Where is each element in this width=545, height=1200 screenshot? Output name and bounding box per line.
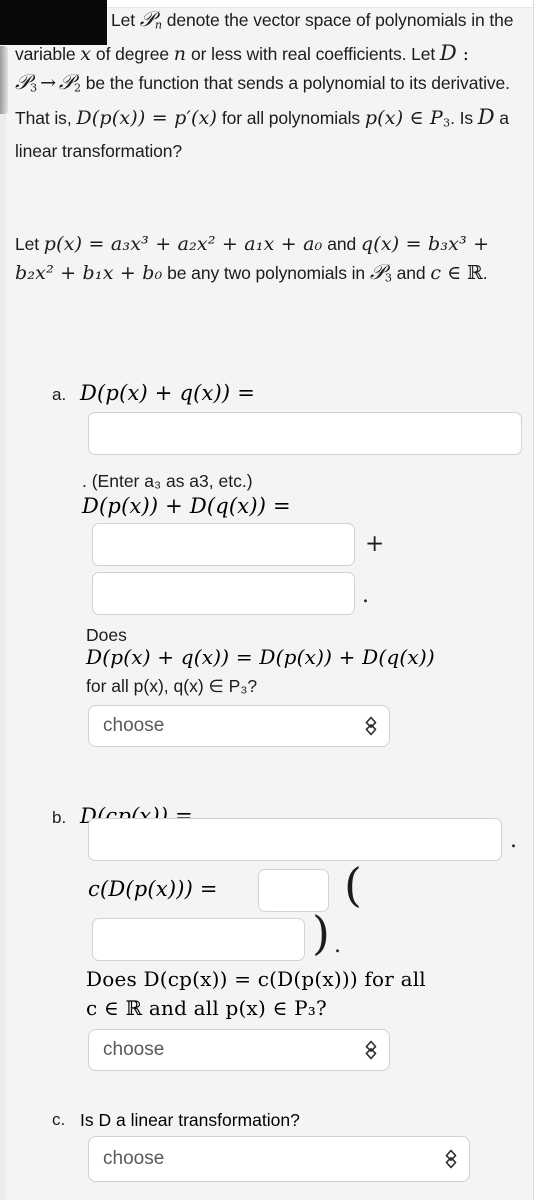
script-p-symbol: 𝒫	[139, 7, 155, 31]
part-b-answer-field-1[interactable]	[88, 818, 502, 861]
intro-fragment-1: Let	[111, 10, 140, 30]
intro-fragment-4: or less with real coefficients. Let	[186, 44, 440, 65]
part-b-choose-select[interactable]: choose	[88, 1029, 390, 1071]
setup-fragment-1: Let	[15, 234, 44, 254]
part-c-select-value: choose	[103, 1148, 165, 1169]
setup-fragment-4: and	[391, 263, 431, 283]
part-a-question-tail: for all p(x), q(x) ∈ P₃?	[86, 676, 258, 696]
intro-fragment-6: for all polynomials	[217, 107, 365, 128]
redaction-block	[0, 0, 107, 45]
variable-n: n	[173, 43, 187, 66]
part-b-question-line-1: Does D(cp(x)) = c(D(p(x))) for all	[86, 967, 426, 991]
setup-fragment-5: .	[482, 263, 488, 283]
p-subscript-n: n	[154, 18, 162, 32]
part-a-select-value: choose	[103, 715, 165, 736]
scalar-c: c	[430, 262, 442, 284]
intro-fragment-3: of degree	[91, 44, 174, 65]
part-a-period-operator: .	[362, 583, 369, 608]
part-a-choose-select[interactable]: choose	[88, 705, 390, 747]
chevron-up-down-icon	[365, 716, 377, 736]
part-b-answer-field-3[interactable]	[92, 918, 305, 961]
part-a-answer-field-1[interactable]	[88, 412, 522, 455]
part-b-period-operator-2: .	[334, 933, 341, 958]
script-p3-domain: 𝒫	[15, 70, 31, 95]
variable-x: x	[80, 43, 92, 66]
part-b-close-paren: )	[312, 906, 330, 960]
part-b-question-line-2: c ∈ ℝ and all p(x) ∈ P₃?	[86, 996, 327, 1020]
right-gutter	[534, 0, 545, 1200]
part-b-label: b.	[52, 808, 67, 827]
intro-fragment-7: . Is	[450, 107, 478, 128]
real-numbers-symbol: ℝ	[467, 262, 483, 284]
scrollbar-thumb[interactable]	[0, 46, 8, 114]
p3-subscript-setup: 3	[384, 271, 392, 285]
left-edge-gutter	[0, 114, 6, 1200]
part-a-label: a.	[52, 385, 67, 404]
colon-separator: :	[456, 43, 469, 66]
part-c-choose-select[interactable]: choose	[88, 1136, 470, 1182]
part-a-heading: D(p(x) + q(x)) =	[80, 381, 255, 405]
part-a-answer-field-3[interactable]	[92, 572, 355, 615]
operator-D-2: D	[477, 104, 495, 129]
equation-membership: p(x) ∈ P	[364, 106, 444, 129]
p2-subscript: 2	[73, 81, 81, 95]
part-b-open-paren: (	[344, 858, 362, 912]
part-b-subheading: c(D(p(x))) =	[88, 877, 218, 901]
chevron-up-down-icon	[445, 1149, 457, 1169]
part-c-label: c.	[52, 1110, 66, 1129]
part-b-select-value: choose	[103, 1039, 165, 1060]
setup-fragment-2: and	[322, 234, 361, 254]
part-a-plus-operator: +	[365, 531, 385, 557]
script-p2-codomain: 𝒫	[58, 70, 74, 95]
polynomial-p-definition: p(x) = a₃x³ + a₂x² + a₁x + a₀	[43, 233, 323, 255]
part-a-hint-text: . (Enter a₃ as a3, etc.)	[82, 471, 253, 491]
part-b-period-operator-1: .	[510, 828, 517, 853]
script-p3-setup: 𝒫	[369, 260, 385, 284]
part-a-subheading: D(p(x)) + D(q(x)) =	[82, 494, 291, 518]
chevron-up-down-icon	[365, 1040, 377, 1060]
maps-to-arrow: →	[40, 72, 56, 95]
equation-derivative: D(p(x)) = p′(x)	[76, 106, 218, 129]
setup-fragment-3: be any two polynomials in	[162, 263, 370, 283]
part-c-heading: Is D a linear transformation?	[80, 1110, 300, 1130]
problem-page: Let 𝒫n denote the vector space of polyno…	[0, 0, 545, 1200]
part-a-question-equation: D(p(x) + q(x)) = D(p(x)) + D(q(x))	[86, 645, 435, 669]
element-of-symbol: ∈	[441, 262, 468, 284]
operator-D: D	[439, 41, 457, 66]
problem-setup-text: Let p(x) = a₃x³ + a₂x² + a₁x + a₀ and q(…	[15, 230, 525, 292]
part-a-answer-field-2[interactable]	[92, 523, 355, 566]
